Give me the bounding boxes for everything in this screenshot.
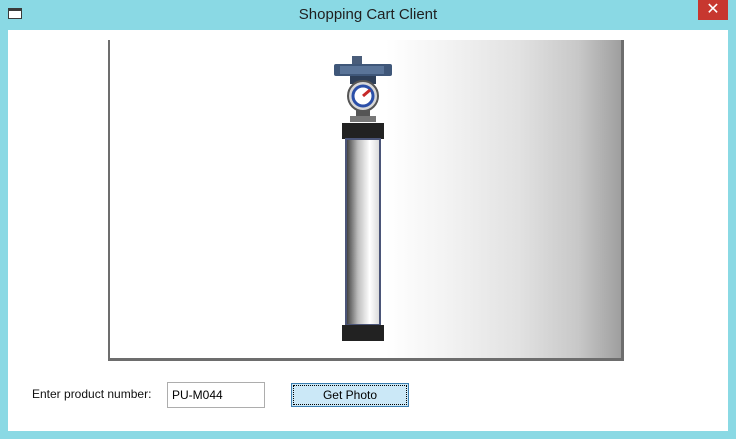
get-photo-button[interactable]: Get Photo <box>291 383 409 407</box>
product-number-input[interactable] <box>167 382 265 408</box>
product-photo <box>108 40 624 361</box>
app-window: Shopping Cart Client ✕ Enter product num… <box>0 0 736 439</box>
product-number-label: Enter product number: <box>32 387 152 401</box>
close-button[interactable]: ✕ <box>698 0 728 20</box>
client-area: Enter product number: Get Photo <box>8 30 728 431</box>
pump-icon <box>334 56 392 341</box>
title-bar[interactable]: Shopping Cart Client ✕ <box>0 0 736 30</box>
photo-background <box>386 40 621 358</box>
window-title: Shopping Cart Client <box>298 6 438 23</box>
